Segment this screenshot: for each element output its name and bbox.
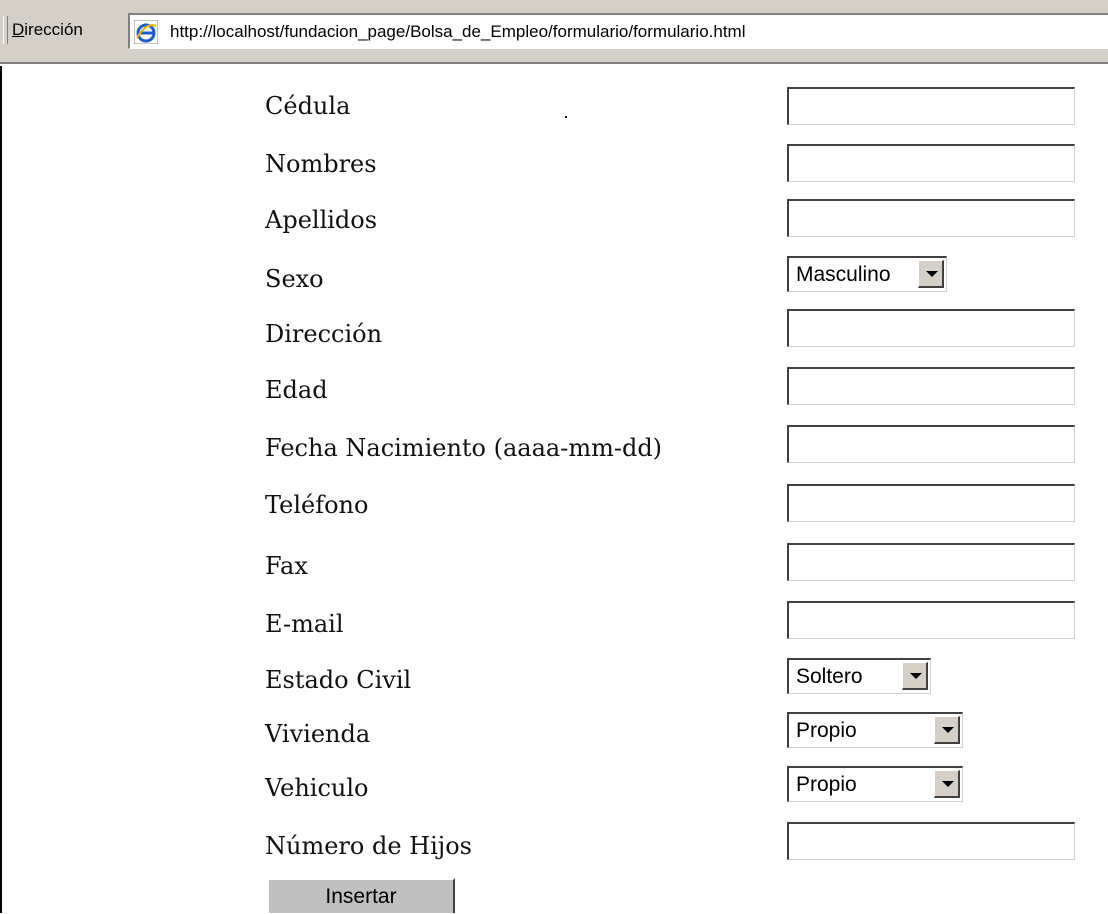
field-label: Fax [265,552,308,580]
apellidos-input[interactable] [787,199,1075,237]
cedula-input[interactable] [787,87,1075,125]
form-row-vehiculo: Vehiculo Propio [0,764,1108,822]
form-row-cedula: Cédula [0,82,1108,140]
field-label: Vivienda [265,720,371,748]
form-row-fax: Fax [0,542,1108,600]
dropdown-arrow-icon[interactable] [934,770,960,798]
form-row-nombres: Nombres [0,140,1108,198]
field-label: Nombres [265,150,377,178]
dropdown-arrow-icon[interactable] [902,662,928,690]
field-label: Apellidos [265,206,378,234]
internet-explorer-icon [134,20,158,44]
dropdown-arrow-icon[interactable] [934,716,960,744]
form-row-apellidos: Apellidos [0,196,1108,254]
form-row-edad: Edad [0,366,1108,424]
toolbar-grip[interactable] [3,16,8,44]
edad-input[interactable] [787,367,1075,405]
field-label: Fecha Nacimiento (aaaa-mm-dd) [265,434,663,462]
field-label: Vehiculo [265,774,369,802]
email-input[interactable] [787,601,1075,639]
fecha-nacimiento-input[interactable] [787,425,1075,463]
field-label: Edad [265,376,328,404]
field-label: Dirección [265,320,383,348]
vivienda-select[interactable]: Propio [787,712,963,748]
sexo-select[interactable]: Masculino [787,256,947,292]
telefono-input[interactable] [787,484,1075,522]
address-label-text: Dirección [12,20,83,39]
vehiculo-selected-value: Propio [796,773,857,796]
numero-hijos-input[interactable] [787,822,1075,860]
address-bar: Dirección http://localhost/fundacion_pag… [0,0,1108,64]
form-row-estado-civil: Estado Civil Soltero [0,658,1108,716]
address-url[interactable]: http://localhost/fundacion_page/Bolsa_de… [170,22,746,42]
address-field[interactable]: http://localhost/fundacion_page/Bolsa_de… [128,13,1108,49]
form-row-sexo: Sexo Masculino [0,253,1108,311]
form-row-email: E-mail [0,600,1108,658]
form-row-fecha-nacimiento: Fecha Nacimiento (aaaa-mm-dd) [0,424,1108,482]
fax-input[interactable] [787,543,1075,581]
direccion-input[interactable] [787,309,1075,347]
form-row-vivienda: Vivienda Propio [0,712,1108,770]
address-label: Dirección [12,20,83,40]
field-label: Estado Civil [265,666,412,694]
field-label: Número de Hijos [265,832,472,860]
field-label: E-mail [265,610,344,638]
field-label: Teléfono [265,491,369,519]
estado-civil-select[interactable]: Soltero [787,658,931,694]
field-label: Sexo [265,265,324,293]
form-row-numero-hijos: Número de Hijos [0,820,1108,878]
form-row-direccion: Dirección [0,308,1108,366]
estado-civil-selected-value: Soltero [796,665,863,688]
sexo-selected-value: Masculino [796,263,891,286]
insertar-button[interactable]: Insertar [267,878,455,913]
field-label: Cédula [265,92,351,120]
nombres-input[interactable] [787,144,1075,182]
vivienda-selected-value: Propio [796,719,857,742]
vehiculo-select[interactable]: Propio [787,766,963,802]
form-row-telefono: Teléfono [0,483,1108,541]
dropdown-arrow-icon[interactable] [918,260,944,288]
